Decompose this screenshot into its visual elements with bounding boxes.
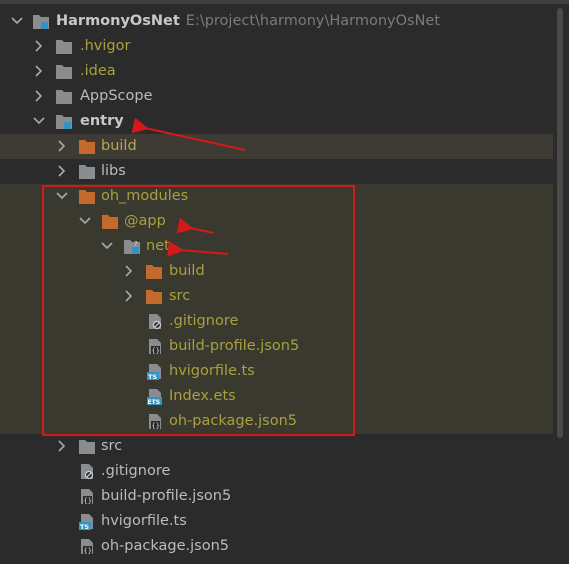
svg-text:{}: {} (84, 547, 92, 555)
tree-row-entry-gitignore[interactable]: .gitignore (0, 459, 553, 484)
module-icon (55, 113, 73, 130)
tree-item-label: build-profile.json5 (101, 488, 232, 504)
chevron-right-icon[interactable] (122, 288, 136, 304)
tree-row-net-index[interactable]: ETS Index.ets (0, 384, 553, 409)
folder-icon (78, 163, 96, 180)
chevron-right-icon[interactable] (32, 88, 46, 104)
folder-icon (78, 138, 96, 155)
tree-row-entry-oh-package[interactable]: {} oh-package.json5 (0, 534, 553, 559)
chevron-right-icon[interactable] (32, 63, 46, 79)
module-icon (32, 13, 50, 30)
chevron-down-icon[interactable] (100, 238, 114, 254)
folder-icon (55, 88, 73, 105)
json-file-icon: {} (146, 413, 164, 430)
tree-row-net[interactable]: ? net (0, 234, 553, 259)
tree-row-root[interactable]: HarmonyOsNet E:\project\harmony\HarmonyOs… (0, 9, 553, 34)
tree-row-entry-src[interactable]: src (0, 434, 553, 459)
chevron-right-icon[interactable] (122, 263, 136, 279)
tree-item-label: .hvigor (80, 38, 131, 54)
tree-item-label: oh_modules (101, 188, 189, 204)
tree-item-label: libs (101, 163, 126, 179)
gitignore-file-icon (146, 313, 164, 330)
tree-item-label: .gitignore (101, 463, 171, 479)
tree-row-oh-modules[interactable]: oh_modules (0, 184, 553, 209)
tree-row-app[interactable]: @app (0, 209, 553, 234)
svg-text:?: ? (134, 240, 138, 248)
tree-row-entry-build[interactable]: build (0, 134, 553, 159)
tree-row-net-src[interactable]: src (0, 284, 553, 309)
tree-item-label: build-profile.json5 (169, 338, 300, 354)
tree-item-label: src (101, 438, 123, 454)
project-tree: HarmonyOsNet E:\project\harmony\HarmonyOs… (0, 0, 569, 564)
tree-item-label: hvigorfile.ts (169, 363, 255, 379)
chevron-down-icon[interactable] (55, 188, 69, 204)
tree-row-net-gitignore[interactable]: .gitignore (0, 309, 553, 334)
tree-row-net-build-profile[interactable]: {} build-profile.json5 (0, 334, 553, 359)
vertical-scrollbar[interactable] (557, 8, 563, 438)
folder-icon (145, 288, 163, 305)
module-unknown-icon: ? (123, 238, 141, 255)
tree-item-label: oh-package.json5 (169, 413, 297, 429)
tree-item-label: .idea (80, 63, 116, 79)
tree-item-label: src (169, 288, 191, 304)
tree-row-net-oh-package[interactable]: {} oh-package.json5 (0, 409, 553, 434)
folder-icon (78, 438, 96, 455)
chevron-right-icon[interactable] (55, 438, 69, 454)
tree-item-label: AppScope (80, 88, 153, 104)
folder-icon (55, 63, 73, 80)
tree-item-label: net (146, 238, 170, 254)
project-path: E:\project\harmony\HarmonyOsNet (185, 13, 441, 29)
svg-text:TS: TS (148, 373, 157, 380)
json-file-icon: {} (78, 538, 96, 555)
tree-row-net-build[interactable]: build (0, 259, 553, 284)
tree-row-entry-hvigorfile[interactable]: TS hvigorfile.ts (0, 509, 553, 534)
folder-icon (55, 38, 73, 55)
svg-text:{}: {} (152, 422, 160, 430)
chevron-right-icon[interactable] (55, 163, 69, 179)
tree-row-appscope[interactable]: AppScope (0, 84, 553, 109)
json-file-icon: {} (78, 488, 96, 505)
project-name: HarmonyOsNet E:\project\harmony\HarmonyOs… (56, 13, 441, 29)
svg-text:TS: TS (80, 523, 89, 530)
tree-item-label: @app (124, 213, 166, 229)
chevron-down-icon[interactable] (32, 113, 46, 129)
typescript-file-icon: TS (78, 513, 96, 531)
tree-row-libs[interactable]: libs (0, 159, 553, 184)
tree-item-label: build (169, 263, 205, 279)
tree-row-net-hvigorfile[interactable]: TS hvigorfile.ts (0, 359, 553, 384)
svg-text:ETS: ETS (148, 399, 161, 405)
chevron-right-icon[interactable] (32, 38, 46, 54)
tree-item-label: entry (80, 113, 124, 129)
typescript-file-icon: TS (146, 363, 164, 381)
tree-row-hvigor[interactable]: .hvigor (0, 34, 553, 59)
gitignore-file-icon (78, 463, 96, 480)
chevron-down-icon[interactable] (78, 213, 92, 229)
tree-item-label: .gitignore (169, 313, 239, 329)
tree-item-label: build (101, 138, 137, 154)
chevron-down-icon[interactable] (10, 13, 24, 29)
tree-row-entry[interactable]: entry (0, 109, 553, 134)
ets-file-icon: ETS (146, 388, 164, 406)
tree-row-idea[interactable]: .idea (0, 59, 553, 84)
svg-text:{}: {} (84, 497, 92, 505)
tree-item-label: oh-package.json5 (101, 538, 229, 554)
json-file-icon: {} (146, 338, 164, 355)
folder-icon (145, 263, 163, 280)
svg-text:{}: {} (152, 347, 160, 355)
tree-item-label: hvigorfile.ts (101, 513, 187, 529)
folder-icon (78, 188, 96, 205)
tree-item-label: Index.ets (169, 388, 236, 404)
chevron-right-icon[interactable] (55, 138, 69, 154)
tree-row-entry-build-profile[interactable]: {} build-profile.json5 (0, 484, 553, 509)
folder-icon (101, 213, 119, 230)
